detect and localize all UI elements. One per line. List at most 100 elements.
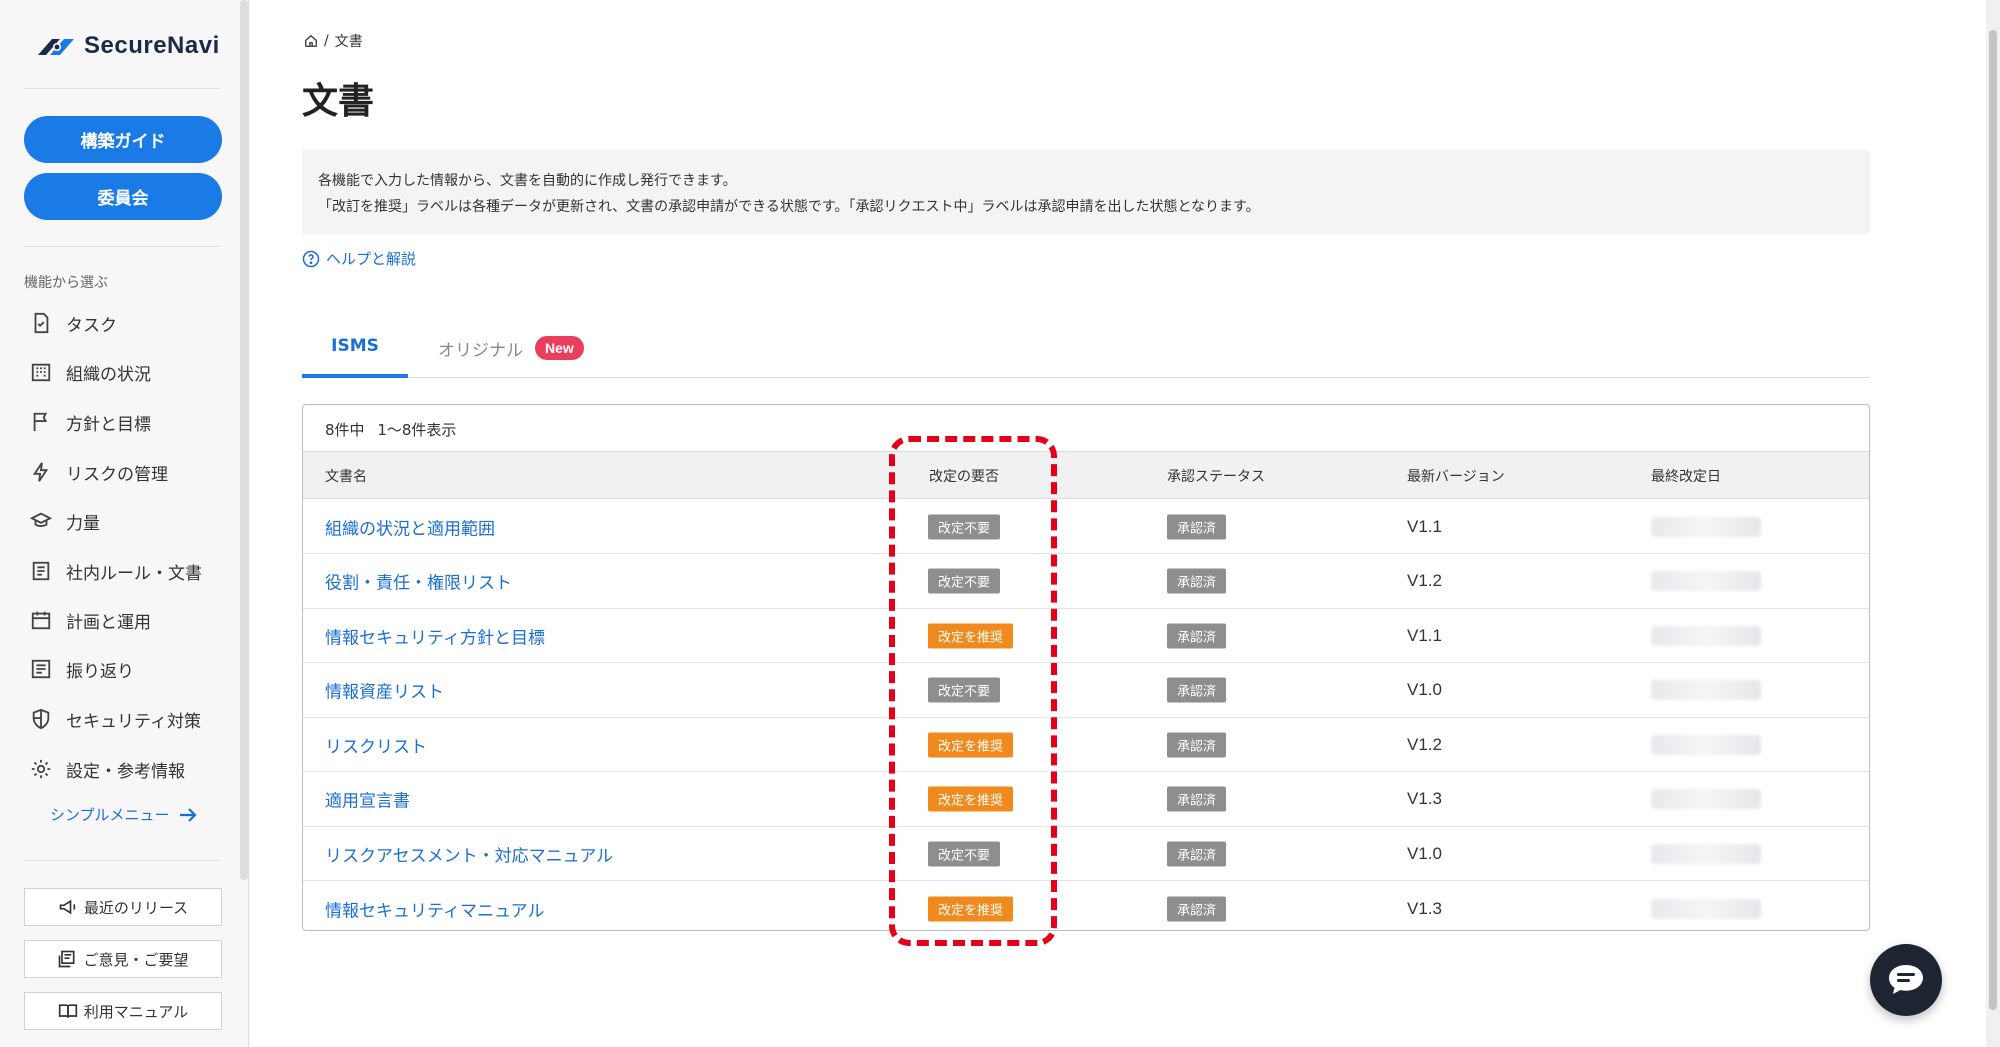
home-icon[interactable] [304,34,318,48]
graduation-cap-icon [30,512,52,527]
arrow-right-icon [179,807,197,822]
last-revised-date-redacted [1651,734,1761,755]
user-manual-button[interactable]: 利用マニュアル [24,992,222,1030]
chat-icon [1889,965,1923,994]
revision-badge: 改定不要 [928,841,1001,866]
sidebar-item-label: 設定・参考情報 [66,761,185,782]
committee-button[interactable]: 委員会 [24,173,222,220]
approval-status-badge: 承認済 [1167,786,1227,812]
sidebar-item-settings[interactable]: 設定・参考情報 [30,754,185,784]
revision-badge: 改定不要 [928,568,1001,594]
tab-isms[interactable]: ISMS [302,318,408,378]
shield-icon [32,708,50,730]
version-text: V1.3 [1407,789,1442,808]
document-name-link[interactable]: 情報セキュリティ方針と目標 [325,623,545,648]
last-revised-date-redacted [1651,571,1761,591]
table-row[interactable]: 適用宣言書 改定を推奨 承認済 V1.3 [303,773,1869,827]
revision-badge: 改定を推奨 [928,896,1014,921]
breadcrumb-separator: / [324,33,329,49]
securenavi-logo-icon [38,39,74,55]
approval-status-badge: 承認済 [1167,732,1227,757]
page-scrollbar[interactable] [1986,0,2000,1047]
simple-menu-label: シンプルメニュー [50,806,170,824]
table-row[interactable]: 情報資産リスト 改定不要 承認済 V1.0 [303,664,1869,718]
user-manual-label: 利用マニュアル [83,1002,189,1021]
sidebar-item-competence[interactable]: 力量 [30,506,100,536]
table-row[interactable]: 情報セキュリティマニュアル 改定を推奨 承認済 V1.3 [303,882,1869,931]
page-title: 文書 [302,81,375,122]
sidebar-item-label: 組織の状況 [66,364,151,385]
document-name-link[interactable]: 適用宣言書 [325,787,410,812]
construction-guide-button[interactable]: 構築ガイド [24,116,222,163]
info-line: 各機能で入力した情報から、文書を自動的に作成し発行できます。 [318,173,737,189]
document-name-link[interactable]: リスクアセスメント・対応マニュアル [325,841,613,866]
document-name-link[interactable]: 組織の状況と適用範囲 [325,514,495,539]
last-revised-date-redacted [1651,516,1761,537]
document-name-link[interactable]: 情報資産リスト [325,678,444,703]
document-name-link[interactable]: 役割・責任・権限リスト [325,569,512,594]
new-badge: New [535,336,584,360]
megaphone-icon [59,899,76,915]
tab-original-label: オリジナル [438,340,523,361]
last-revised-date-redacted [1651,843,1761,864]
feedback-button[interactable]: ご意見・ご要望 [24,940,222,978]
sidebar-divider [24,246,220,247]
help-link[interactable]: ヘルプと解説 [302,248,416,269]
document-name-link[interactable]: 情報セキュリティマニュアル [325,896,544,921]
feedback-icon [59,950,75,968]
recent-releases-button[interactable]: 最近のリリース [24,888,222,926]
result-count: 8件中 1〜8件表示 [325,419,456,440]
review-icon [31,659,51,679]
sidebar-scrollbar[interactable] [240,0,248,880]
table-row[interactable]: リスクリスト 改定を推奨 承認済 V1.2 [303,718,1869,772]
result-count-total: 8件中 [325,421,365,439]
column-header-name: 文書名 [325,469,367,485]
chat-button[interactable] [1870,944,1942,1016]
help-circle-icon [302,250,320,267]
revision-badge: 改定不要 [928,514,1001,539]
sidebar-item-rules[interactable]: 社内ルール・文書 [30,556,202,586]
sidebar-item-label: リスクの管理 [66,464,168,485]
version-text: V1.1 [1407,625,1442,645]
table-row[interactable]: 役割・責任・権限リスト 改定不要 承認済 V1.2 [303,555,1869,609]
calendar-icon [31,611,51,630]
column-header-version: 最新バージョン [1407,469,1505,485]
sidebar-item-label: 方針と目標 [66,414,151,435]
sidebar-item-label: 振り返り [66,661,134,682]
document-name-link[interactable]: リスクリスト [325,732,427,757]
column-header-revision: 改定の要否 [929,469,999,485]
simple-menu-link[interactable]: シンプルメニュー [50,804,198,825]
approval-status-badge: 承認済 [1167,514,1227,539]
sidebar-item-review[interactable]: 振り返り [30,654,134,684]
table-row[interactable]: 組織の状況と適用範囲 改定不要 承認済 V1.1 [303,500,1869,554]
version-text: V1.0 [1407,843,1442,863]
sidebar-item-policy[interactable]: 方針と目標 [30,407,151,437]
page-scroll-thumb[interactable] [1989,30,1997,1010]
approval-status-badge: 承認済 [1167,896,1227,921]
column-header-last-revised: 最終改定日 [1651,469,1721,485]
tab-original[interactable]: オリジナル New [438,318,584,378]
table-header: 文書名 改定の要否 承認ステータス 最新バージョン 最終改定日 [303,451,1869,499]
sidebar-item-task[interactable]: タスク [30,308,117,338]
sidebar-item-security[interactable]: セキュリティ対策 [30,704,201,734]
brand-logo[interactable]: SecureNavi [36,28,220,64]
table-row[interactable]: リスクアセスメント・対応マニュアル 改定不要 承認済 V1.0 [303,827,1869,881]
document-tabs: ISMS オリジナル New [302,318,1870,378]
approval-status-badge: 承認済 [1167,568,1227,594]
sidebar-item-organization[interactable]: 組織の状況 [30,357,151,387]
sidebar-item-planning[interactable]: 計画と運用 [30,605,151,635]
building-icon [31,363,51,382]
help-link-label: ヘルプと解説 [326,250,417,268]
sidebar-item-label: セキュリティ対策 [66,711,201,732]
last-revised-date-redacted [1651,898,1761,919]
task-icon [34,312,49,334]
table-row[interactable]: 情報セキュリティ方針と目標 改定を推奨 承認済 V1.1 [303,609,1869,663]
approval-status-badge: 承認済 [1167,623,1227,648]
revision-badge: 改定不要 [928,677,1001,703]
document-icon [32,561,50,581]
sidebar-item-risk[interactable]: リスクの管理 [30,457,168,487]
feedback-label: ご意見・ご要望 [83,950,189,969]
sidebar-divider [24,860,220,861]
version-text: V1.1 [1407,516,1442,536]
brand-name: SecureNavi [84,32,220,59]
